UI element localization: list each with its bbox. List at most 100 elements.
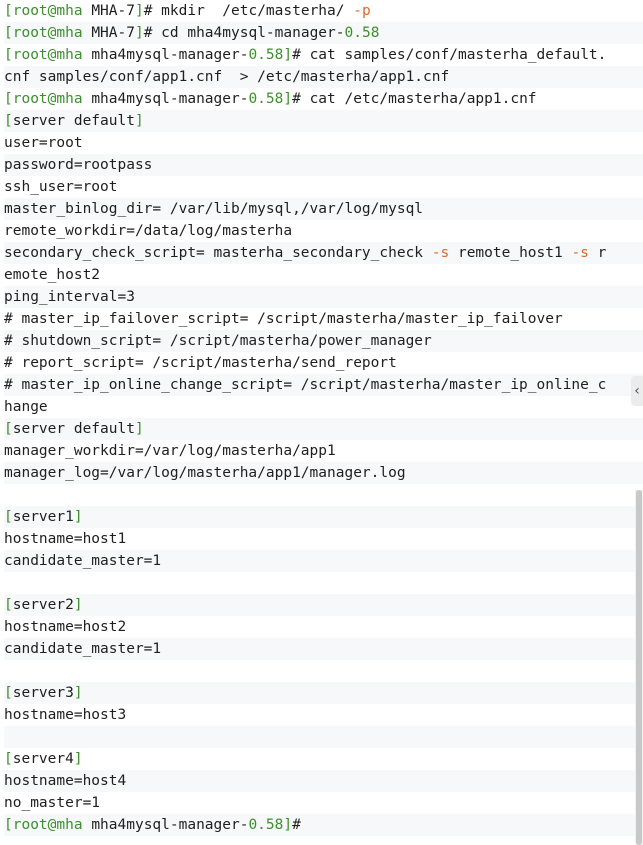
- terminal-line: [4, 726, 643, 748]
- terminal-line: cnf samples/conf/app1.cnf > /etc/masterh…: [4, 66, 643, 88]
- terminal-text: no_master=1: [4, 795, 101, 811]
- terminal-text: # master_ip_online_change_script= /scrip…: [4, 377, 607, 393]
- terminal-text: remote_workdir=/data/log/masterha: [4, 223, 293, 239]
- terminal-line: [root@mha MHA-7]# cd mha4mysql-manager-0…: [4, 22, 643, 44]
- terminal-line: # master_ip_failover_script= /script/mas…: [4, 308, 643, 330]
- terminal-text: [root@mha: [4, 25, 92, 41]
- terminal-line: [server default]: [4, 418, 643, 440]
- terminal-line: remote_workdir=/data/log/masterha: [4, 220, 643, 242]
- terminal-text: hostname=host1: [4, 531, 127, 547]
- terminal-line: password=rootpass: [4, 154, 643, 176]
- terminal-text: ]: [134, 113, 144, 129]
- terminal-text: mha4mysql-manager-: [91, 817, 249, 833]
- terminal-line: # shutdown_script= /script/masterha/powe…: [4, 330, 643, 352]
- terminal-text: ]: [134, 3, 144, 19]
- terminal-line: # report_script= /script/masterha/send_r…: [4, 352, 643, 374]
- terminal-text: server default: [12, 113, 135, 129]
- terminal-text: [root@mha: [4, 3, 92, 19]
- terminal-text: ]: [283, 47, 293, 63]
- terminal-text: [root@mha: [4, 91, 92, 107]
- terminal-text: mha4mysql-manager-: [91, 47, 249, 63]
- terminal-text: ]: [283, 91, 293, 107]
- terminal-text: [: [4, 685, 13, 701]
- terminal-line: [server4]: [4, 748, 643, 770]
- terminal-line: [root@mha mha4mysql-manager-0.58]# cat /…: [4, 88, 643, 110]
- terminal-text: server4: [12, 751, 74, 767]
- terminal-text: candidate_master=1: [4, 553, 162, 569]
- terminal-text: -s: [431, 245, 450, 261]
- terminal-text: server2: [12, 597, 74, 613]
- terminal-text: ]: [73, 509, 83, 525]
- terminal-line: [server default]: [4, 110, 643, 132]
- terminal-text: candidate_master=1: [4, 641, 162, 657]
- terminal-text: [: [4, 113, 13, 129]
- terminal-text: MHA-7: [91, 25, 135, 41]
- terminal-line: hostname=host3: [4, 704, 643, 726]
- terminal-line: no_master=1: [4, 792, 643, 814]
- terminal-line: # master_ip_online_change_script= /scrip…: [4, 374, 643, 396]
- terminal-text: hostname=host4: [4, 773, 127, 789]
- terminal-text: [root@mha: [4, 817, 92, 833]
- terminal-line: ping_interval=3: [4, 286, 643, 308]
- terminal-text: # mkdir /etc/masterha/: [143, 3, 354, 19]
- terminal-text: [: [4, 421, 13, 437]
- terminal-line: [root@mha mha4mysql-manager-0.58]# cat s…: [4, 44, 643, 66]
- terminal-text: # shutdown_script= /script/masterha/powe…: [4, 333, 432, 349]
- terminal-text: server1: [12, 509, 74, 525]
- terminal-line: [server3]: [4, 682, 643, 704]
- terminal-text: hostname=host2: [4, 619, 127, 635]
- terminal-text: server default: [12, 421, 135, 437]
- terminal-line: manager_log=/var/log/masterha/app1/manag…: [4, 462, 643, 484]
- terminal-text: mha4mysql-manager-: [91, 91, 249, 107]
- terminal-text: secondary_check_script= masterha_seconda…: [4, 245, 432, 261]
- terminal-text: # report_script= /script/masterha/send_r…: [4, 355, 397, 371]
- terminal-line: candidate_master=1: [4, 550, 643, 572]
- terminal-line: [root@mha MHA-7]# mkdir /etc/masterha/ -…: [4, 0, 643, 22]
- terminal-output: [root@mha MHA-7]# mkdir /etc/masterha/ -…: [0, 0, 643, 845]
- terminal-text: # cd mha4mysql-manager-: [143, 25, 345, 41]
- scrollbar-thumb[interactable]: [636, 490, 642, 845]
- terminal-text: ]: [73, 751, 83, 767]
- terminal-line: [server1]: [4, 506, 643, 528]
- terminal-line: user=root: [4, 132, 643, 154]
- terminal-text: hostname=host3: [4, 707, 127, 723]
- terminal-lines: [root@mha MHA-7]# mkdir /etc/masterha/ -…: [4, 0, 643, 836]
- terminal-text: 0.58: [248, 817, 284, 833]
- terminal-line: hostname=host2: [4, 616, 643, 638]
- terminal-text: emote_host2: [4, 267, 101, 283]
- terminal-text: ]: [73, 685, 83, 701]
- terminal-text: [: [4, 509, 13, 525]
- chevron-left-icon: ‹: [634, 383, 640, 399]
- terminal-text: [root@mha: [4, 47, 92, 63]
- terminal-line: ssh_user=root: [4, 176, 643, 198]
- terminal-text: ping_interval=3: [4, 289, 135, 305]
- terminal-text: 0.58: [248, 91, 284, 107]
- terminal-line: secondary_check_script= masterha_seconda…: [4, 242, 643, 264]
- terminal-text: ssh_user=root: [4, 179, 118, 195]
- terminal-line: hostname=host1: [4, 528, 643, 550]
- terminal-line: emote_host2: [4, 264, 643, 286]
- terminal-text: hange: [4, 399, 48, 415]
- terminal-text: user=root: [4, 135, 83, 151]
- terminal-text: remote_host1: [449, 245, 572, 261]
- terminal-text: # cat samples/conf/masterha_default.: [292, 47, 607, 63]
- terminal-text: # cat /etc/masterha/app1.cnf: [292, 91, 537, 107]
- terminal-text: 0.58: [248, 47, 284, 63]
- terminal-text: r: [588, 245, 607, 261]
- terminal-line: [root@mha mha4mysql-manager-0.58]#: [4, 814, 643, 836]
- terminal-text: -p: [353, 3, 371, 19]
- terminal-line: hostname=host4: [4, 770, 643, 792]
- collapse-handle[interactable]: ‹: [631, 376, 643, 406]
- terminal-line: manager_workdir=/var/log/masterha/app1: [4, 440, 643, 462]
- terminal-text: manager_workdir=/var/log/masterha/app1: [4, 443, 336, 459]
- terminal-text: password=rootpass: [4, 157, 153, 173]
- terminal-line: [server2]: [4, 594, 643, 616]
- terminal-text: 0.58: [344, 25, 380, 41]
- terminal-line: master_binlog_dir= /var/lib/mysql,/var/l…: [4, 198, 643, 220]
- terminal-text: # master_ip_failover_script= /script/mas…: [4, 311, 563, 327]
- terminal-text: #: [292, 817, 301, 833]
- terminal-text: [: [4, 751, 13, 767]
